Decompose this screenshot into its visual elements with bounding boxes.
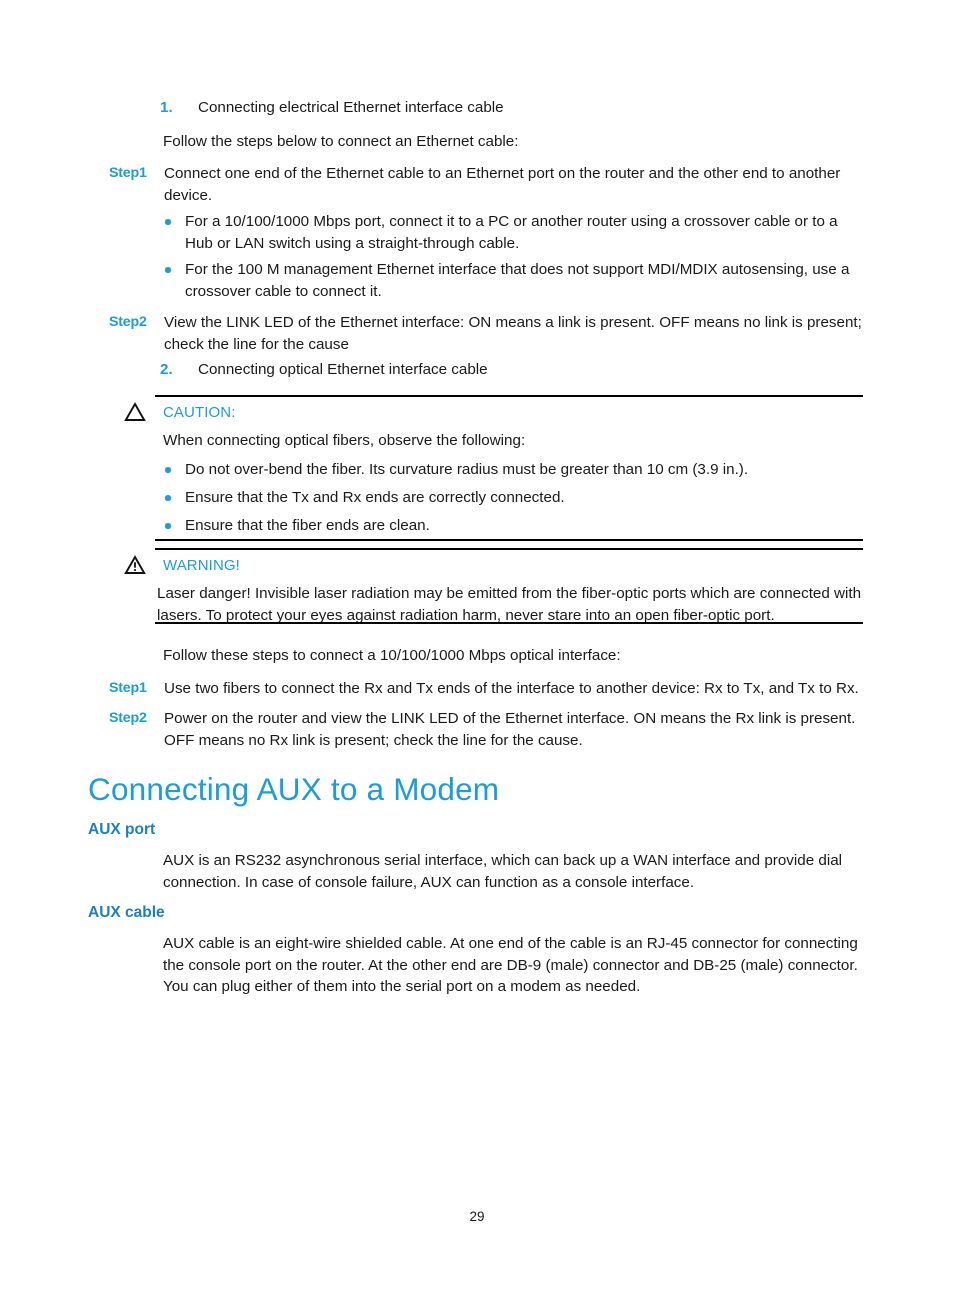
numbered-item-1-marker: 1. [160, 99, 173, 116]
caution-bullet-1-text: Do not over-bend the fiber. Its curvatur… [185, 461, 749, 478]
warning-title: WARNING! [163, 557, 240, 574]
bullet-dot-icon [163, 487, 185, 509]
page-title: Connecting AUX to a Modem [88, 771, 500, 807]
document-page: 1. Connecting electrical Ethernet interf… [0, 0, 954, 1296]
electrical-step-1: Step1 Connect one end of the Ethernet ca… [109, 163, 869, 206]
numbered-item-1: 1. Connecting electrical Ethernet interf… [160, 97, 860, 119]
bullet-dot-icon [163, 259, 185, 281]
aux-cable-heading: AUX cable [88, 904, 165, 921]
warning-bottom-rule [155, 622, 863, 624]
bullet-dot-icon [163, 211, 185, 233]
aux-port-paragraph: AUX is an RS232 asynchronous serial inte… [163, 852, 843, 891]
optical-step-1-text: Use two fibers to connect the Rx and Tx … [164, 680, 859, 697]
caution-bullet-2-text: Ensure that the Tx and Rx ends are corre… [185, 489, 565, 506]
optical-step-2: Step2 Power on the router and view the L… [109, 708, 877, 751]
numbered-item-2-marker: 2. [160, 361, 173, 378]
caution-bullet-1: Do not over-bend the fiber. Its curvatur… [163, 459, 869, 481]
caution-intro-paragraph: When connecting optical fibers, observe … [163, 432, 526, 449]
electrical-step-1-text: Connect one end of the Ethernet cable to… [164, 165, 841, 204]
numbered-item-2: 2. Connecting optical Ethernet interface… [160, 359, 860, 381]
caution-triangle-icon [124, 402, 146, 422]
optical-step-2-text: Power on the router and view the LINK LE… [164, 710, 856, 749]
numbered-item-2-title: Connecting optical Ethernet interface ca… [198, 361, 488, 378]
electrical-step-2: Step2 View the LINK LED of the Ethernet … [109, 312, 869, 355]
optical-step-1: Step1 Use two fibers to connect the Rx a… [109, 678, 877, 700]
optical-step-2-label: Step2 [109, 710, 147, 726]
electrical-step-1-label: Step1 [109, 165, 147, 181]
caution-bullet-3: Ensure that the fiber ends are clean. [163, 515, 869, 537]
optical-step-1-label: Step1 [109, 680, 147, 696]
electrical-bullet-2-text: For the 100 M management Ethernet interf… [185, 261, 850, 300]
warning-triangle-icon [124, 555, 146, 575]
warning-text: Laser danger! Invisible laser radiation … [157, 585, 862, 624]
electrical-step-2-text: View the LINK LED of the Ethernet interf… [164, 314, 862, 353]
aux-port-heading: AUX port [88, 821, 156, 838]
optical-intro-paragraph: Follow these steps to connect a 10/100/1… [163, 647, 621, 664]
electrical-bullet-1-text: For a 10/100/1000 Mbps port, connect it … [185, 213, 838, 252]
caution-bullet-3-text: Ensure that the fiber ends are clean. [185, 517, 430, 534]
electrical-bullet-1: For a 10/100/1000 Mbps port, connect it … [163, 211, 869, 254]
numbered-item-1-title: Connecting electrical Ethernet interface… [198, 99, 504, 116]
page-number: 29 [469, 1209, 485, 1224]
bullet-dot-icon [163, 459, 185, 481]
aux-cable-paragraph: AUX cable is an eight-wire shielded cabl… [163, 935, 858, 995]
bullet-dot-icon [163, 515, 185, 537]
caution-bottom-rule [155, 539, 863, 541]
electrical-bullet-2: For the 100 M management Ethernet interf… [163, 259, 869, 302]
warning-top-rule [155, 548, 863, 550]
caution-top-rule [155, 395, 863, 397]
caution-title: CAUTION: [163, 404, 236, 421]
caution-bullet-2: Ensure that the Tx and Rx ends are corre… [163, 487, 869, 509]
electrical-step-2-label: Step2 [109, 314, 147, 330]
electrical-intro-paragraph: Follow the steps below to connect an Eth… [163, 133, 519, 150]
